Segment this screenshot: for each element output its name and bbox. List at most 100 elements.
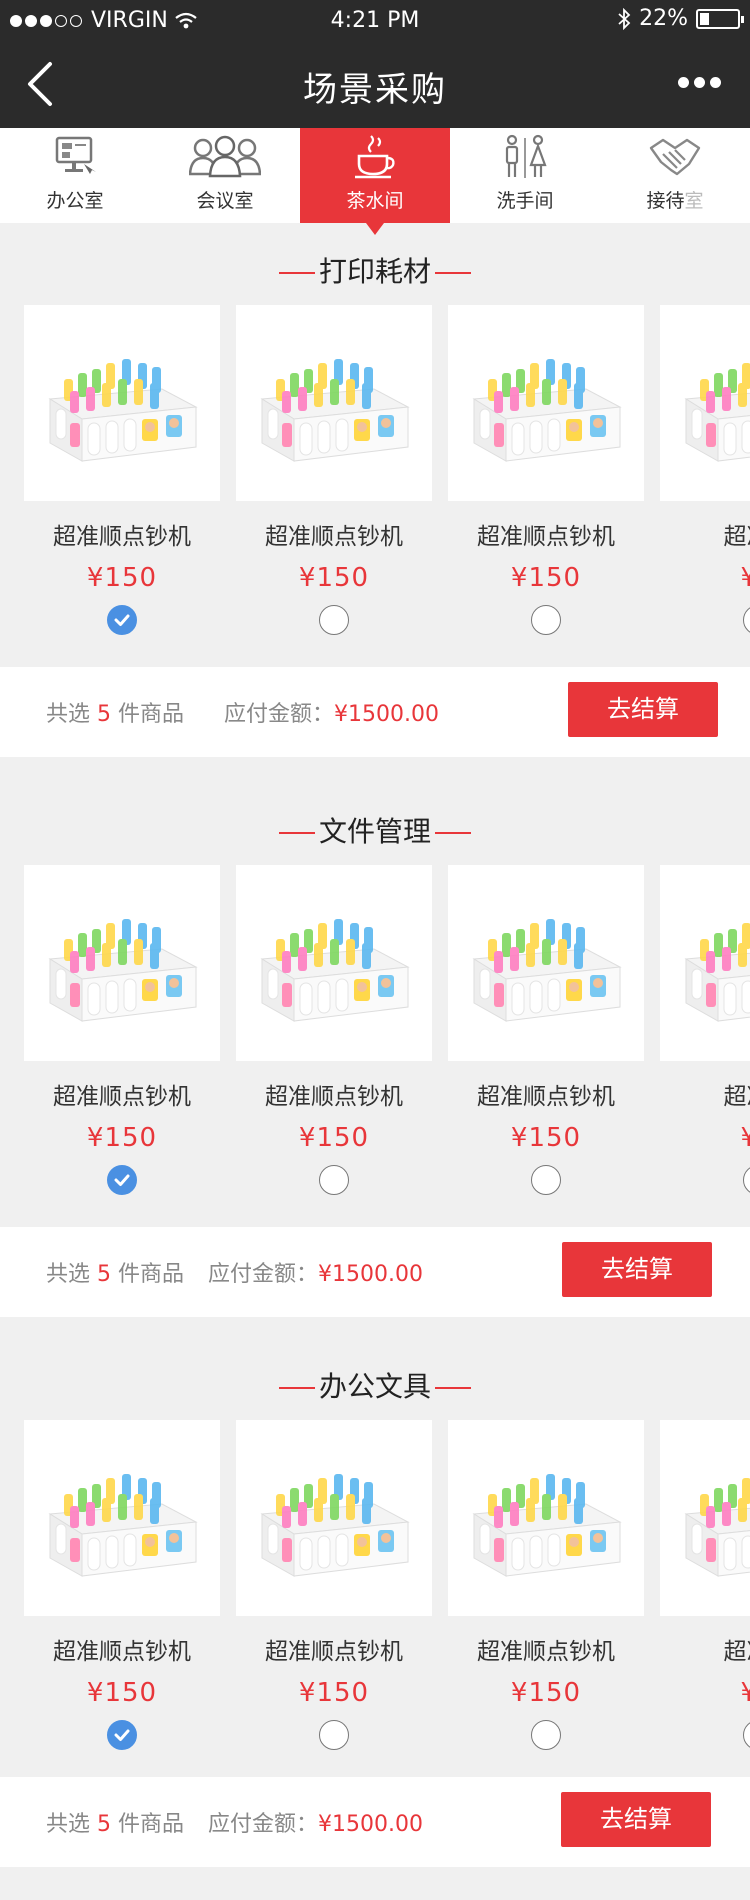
product-image xyxy=(48,919,198,1022)
count-suffix: 件商品 xyxy=(118,1262,185,1287)
product-card[interactable]: 超准顺点钞机 ¥150 xyxy=(24,865,220,1195)
product-price: ¥1 xyxy=(740,1123,750,1153)
tab-label: 会议室 xyxy=(196,190,254,212)
checked-circle-icon[interactable] xyxy=(107,1165,137,1195)
product-card[interactable]: 超准顺点钞机 ¥150 xyxy=(236,865,432,1195)
monitor-icon xyxy=(55,136,96,174)
unchecked-circle-icon[interactable] xyxy=(743,1720,750,1750)
nav-bar: 场景采购 xyxy=(0,40,750,128)
product-card[interactable]: 超准顺点钞机 ¥150 xyxy=(24,305,220,635)
count-prefix: 共选 xyxy=(46,702,91,727)
product-image-box[interactable] xyxy=(660,1420,750,1616)
product-name: 超准顺点钞机 xyxy=(477,1084,615,1110)
unchecked-circle-icon[interactable] xyxy=(743,1165,750,1195)
product-price: ¥150 xyxy=(510,1678,582,1708)
tab-office[interactable]: 办公室 xyxy=(0,128,150,223)
checkout-bar: 共选 5 件商品 应付金额：¥1500.00 去结算 xyxy=(0,1777,750,1867)
tab-restroom[interactable]: 洗手间 xyxy=(450,128,600,223)
total-amount: ¥1500.00 xyxy=(318,1262,424,1287)
status-bar: VIRGIN 4:21 PM 22% xyxy=(0,0,750,40)
status-right: 22% xyxy=(617,6,744,31)
checked-circle-icon[interactable] xyxy=(107,1720,137,1750)
tab-meeting-room[interactable]: 会议室 xyxy=(150,128,300,223)
battery-icon xyxy=(696,8,744,29)
product-price: ¥150 xyxy=(86,563,158,593)
product-card[interactable]: 超准顺点钞机 ¥150 xyxy=(448,305,644,635)
product-name: 超准顺点钞机 xyxy=(265,1639,403,1665)
product-card[interactable]: 超准顺点钞机 ¥150 xyxy=(24,1420,220,1750)
tab-label: 洗手间 xyxy=(496,190,554,212)
product-image xyxy=(260,1474,410,1577)
product-image-box[interactable] xyxy=(660,865,750,1061)
product-price: ¥1 xyxy=(740,1678,750,1708)
unchecked-circle-icon[interactable] xyxy=(531,1165,561,1195)
unchecked-circle-icon[interactable] xyxy=(319,1720,349,1750)
product-card[interactable]: 超准顺 ¥1 xyxy=(660,305,750,635)
unchecked-circle-icon[interactable] xyxy=(319,1165,349,1195)
unchecked-circle-icon[interactable] xyxy=(531,605,561,635)
product-image-box[interactable] xyxy=(236,865,432,1061)
tab-label-main: 接待 xyxy=(646,190,685,212)
product-image xyxy=(48,359,198,462)
checkout-button[interactable]: 去结算 xyxy=(568,682,718,737)
product-price: ¥150 xyxy=(510,1123,582,1153)
page-title: 场景采购 xyxy=(303,70,447,110)
product-image-box[interactable] xyxy=(660,305,750,501)
checkout-button[interactable]: 去结算 xyxy=(561,1792,711,1847)
tab-reception[interactable]: 接待室 xyxy=(600,128,750,223)
product-name: 超准顺点钞机 xyxy=(265,1084,403,1110)
tab-label: 办公室 xyxy=(46,190,104,212)
product-name: 超准顺点钞机 xyxy=(53,1084,191,1110)
checkout-button[interactable]: 去结算 xyxy=(562,1242,712,1297)
product-image-box[interactable] xyxy=(448,1420,644,1616)
tab-tea-room[interactable]: 茶水间 xyxy=(300,128,450,235)
product-image-box[interactable] xyxy=(24,865,220,1061)
product-card[interactable]: 超准顺 ¥1 xyxy=(660,1420,750,1750)
product-image xyxy=(260,919,410,1022)
more-options-icon[interactable] xyxy=(678,70,726,94)
checkout-summary: 共选 5 件商品 应付金额：¥1500.00 xyxy=(46,696,439,728)
title-divider xyxy=(435,832,471,834)
product-row: 超准顺点钞机 ¥150 超准顺点钞机 ¥150 超准顺点钞机 ¥150 超 ¥ xyxy=(0,865,750,1225)
product-card[interactable]: 超准顺点钞机 ¥150 xyxy=(448,1420,644,1750)
product-image-box[interactable] xyxy=(24,1420,220,1616)
product-card[interactable]: 超准顺 ¥1 xyxy=(660,865,750,1195)
section-title: 办公文具 xyxy=(0,1365,750,1409)
checkmark-icon xyxy=(114,614,130,626)
product-image-box[interactable] xyxy=(24,305,220,501)
unchecked-circle-icon[interactable] xyxy=(319,605,349,635)
scene-tabs: 办公室 会议室 茶水间 洗手间 接待室 xyxy=(0,128,750,235)
product-price: ¥150 xyxy=(298,1678,370,1708)
unchecked-circle-icon[interactable] xyxy=(743,605,750,635)
product-row: 超准顺点钞机 ¥150 超准顺点钞机 ¥150 超准顺点钞机 ¥150 超 ¥ xyxy=(0,305,750,665)
checkout-bar: 共选 5 件商品 应付金额：¥1500.00 去结算 xyxy=(0,1227,750,1317)
handshake-icon xyxy=(649,138,701,176)
title-divider xyxy=(278,832,315,834)
product-card[interactable]: 超准顺点钞机 ¥150 xyxy=(236,305,432,635)
product-price: ¥150 xyxy=(86,1123,158,1153)
product-card[interactable]: 超准顺点钞机 ¥150 xyxy=(448,865,644,1195)
product-row: 超准顺点钞机 ¥150 超准顺点钞机 ¥150 超准顺点钞机 ¥150 超 ¥ xyxy=(0,1420,750,1780)
unchecked-circle-icon[interactable] xyxy=(531,1720,561,1750)
product-card[interactable]: 超准顺点钞机 ¥150 xyxy=(236,1420,432,1750)
product-name: 超准顺点钞机 xyxy=(477,1639,615,1665)
product-name: 超准顺 xyxy=(723,1639,750,1665)
amount-label: 应付金额： xyxy=(224,702,335,727)
selected-count: 5 xyxy=(97,702,112,727)
product-image-box[interactable] xyxy=(236,305,432,501)
product-image xyxy=(684,363,750,462)
tab-label: 接待室 xyxy=(600,186,750,213)
title-divider xyxy=(278,1387,315,1389)
title-divider xyxy=(435,1387,471,1389)
product-image-box[interactable] xyxy=(236,1420,432,1616)
product-image xyxy=(260,359,410,462)
count-prefix: 共选 xyxy=(46,1812,91,1837)
selected-count: 5 xyxy=(97,1812,112,1837)
checkout-summary: 共选 5 件商品 应付金额：¥1500.00 xyxy=(46,1256,423,1288)
product-image-box[interactable] xyxy=(448,305,644,501)
count-suffix: 件商品 xyxy=(118,1812,185,1837)
product-image-box[interactable] xyxy=(448,865,644,1061)
amount-label: 应付金额： xyxy=(208,1812,319,1837)
checkmark-icon xyxy=(114,1729,130,1741)
checked-circle-icon[interactable] xyxy=(107,605,137,635)
